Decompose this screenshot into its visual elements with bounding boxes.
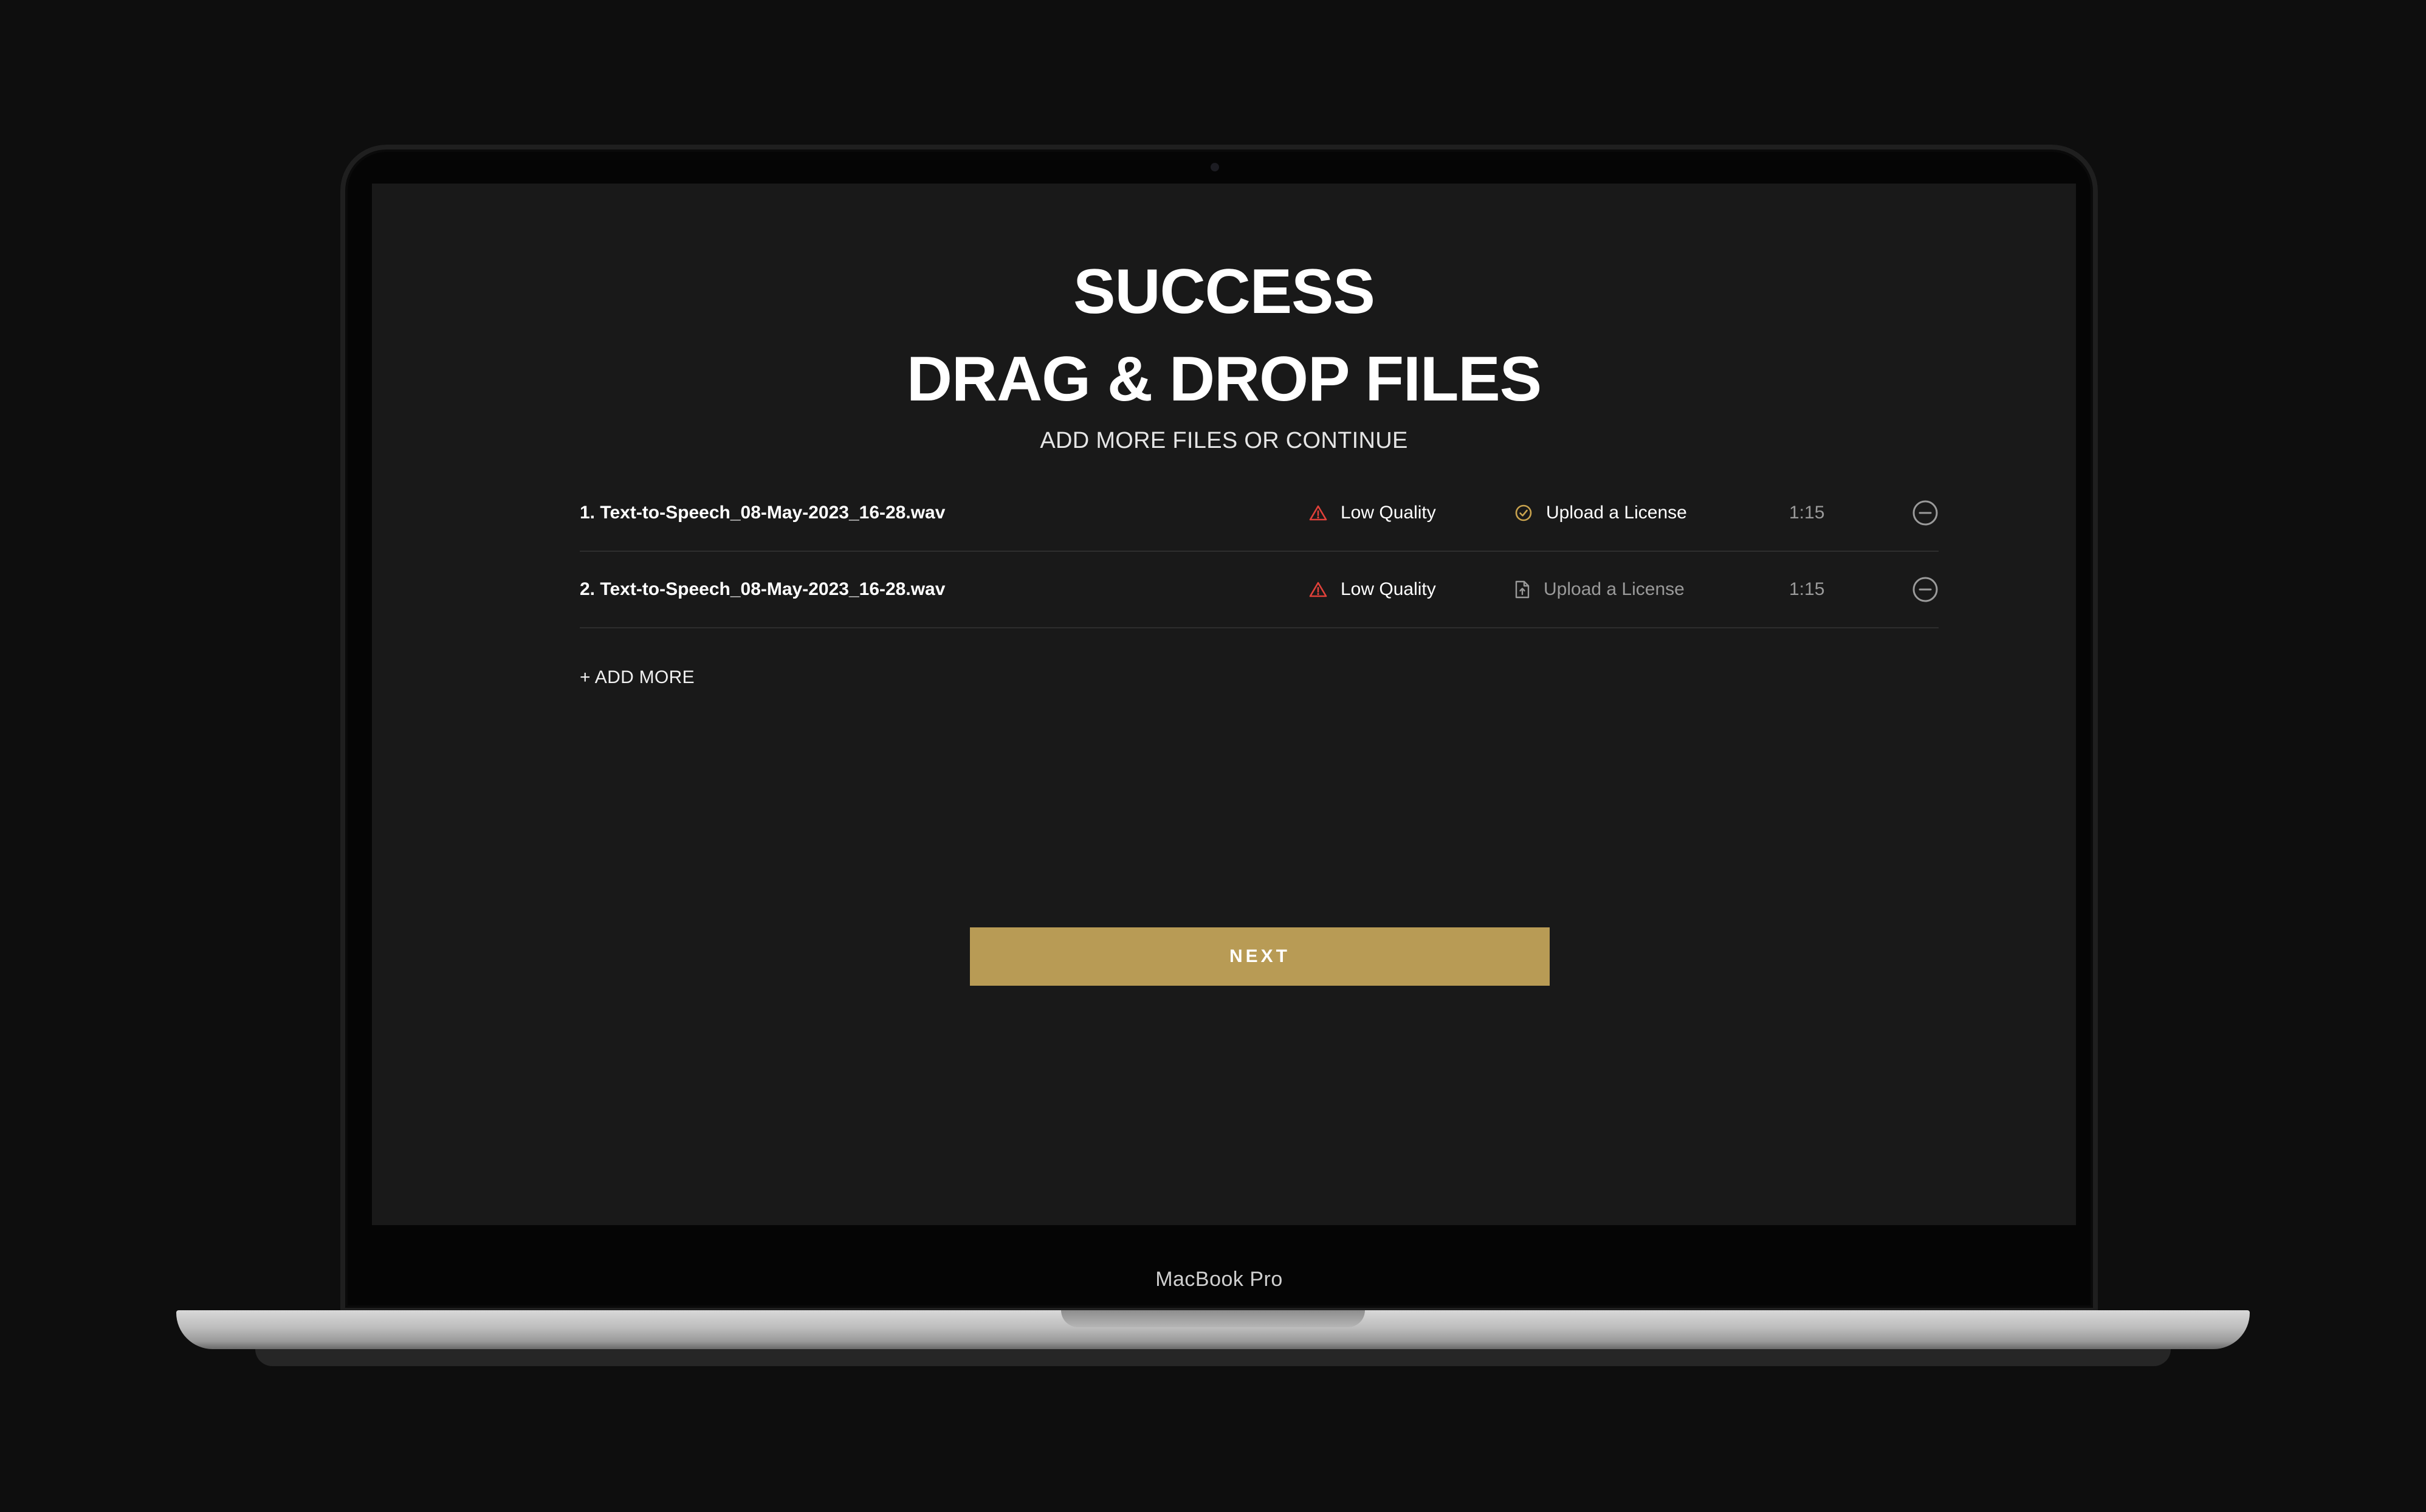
page-title-success: SUCCESS [1073, 256, 1375, 327]
warning-icon [1309, 582, 1327, 597]
file-duration: 1:15 [1789, 503, 1825, 523]
upload-license-link[interactable]: Upload a License [1514, 552, 1685, 627]
file-name: 1. Text-to-Speech_08-May-2023_16-28.wav [580, 503, 946, 523]
file-duration: 1:15 [1789, 579, 1825, 599]
file-row: 2. Text-to-Speech_08-May-2023_16-28.wav … [580, 552, 1939, 628]
next-button[interactable]: NEXT [970, 927, 1550, 986]
laptop-base [176, 1310, 2250, 1349]
file-row: 1. Text-to-Speech_08-May-2023_16-28.wav … [580, 475, 1939, 552]
laptop-notch [1061, 1310, 1365, 1327]
warning-icon [1309, 505, 1327, 521]
remove-file-button[interactable] [1912, 500, 1939, 526]
check-circle-icon [1515, 504, 1532, 521]
laptop-base-shadow [255, 1349, 2171, 1366]
upload-license-link[interactable]: Upload a License [1514, 475, 1687, 551]
file-list: 1. Text-to-Speech_08-May-2023_16-28.wav … [580, 475, 1939, 628]
page-title-drag-drop: DRAG & DROP FILES [906, 344, 1542, 414]
license-label: Upload a License [1544, 579, 1685, 599]
remove-file-button[interactable] [1912, 576, 1939, 603]
file-upload-icon [1515, 580, 1530, 599]
license-label: Upload a License [1546, 503, 1687, 523]
quality-indicator: Low Quality [1309, 475, 1436, 551]
quality-label: Low Quality [1341, 503, 1436, 523]
device-label: MacBook Pro [1155, 1268, 1283, 1291]
camera-icon [1211, 163, 1219, 171]
file-name: 2. Text-to-Speech_08-May-2023_16-28.wav [580, 579, 946, 599]
app-screen: SUCCESS DRAG & DROP FILES ADD MORE FILES… [372, 184, 2076, 1225]
page-subtitle: ADD MORE FILES OR CONTINUE [1040, 428, 1408, 453]
quality-indicator: Low Quality [1309, 552, 1436, 627]
add-more-button[interactable]: + ADD MORE [580, 667, 695, 688]
quality-label: Low Quality [1341, 579, 1436, 599]
